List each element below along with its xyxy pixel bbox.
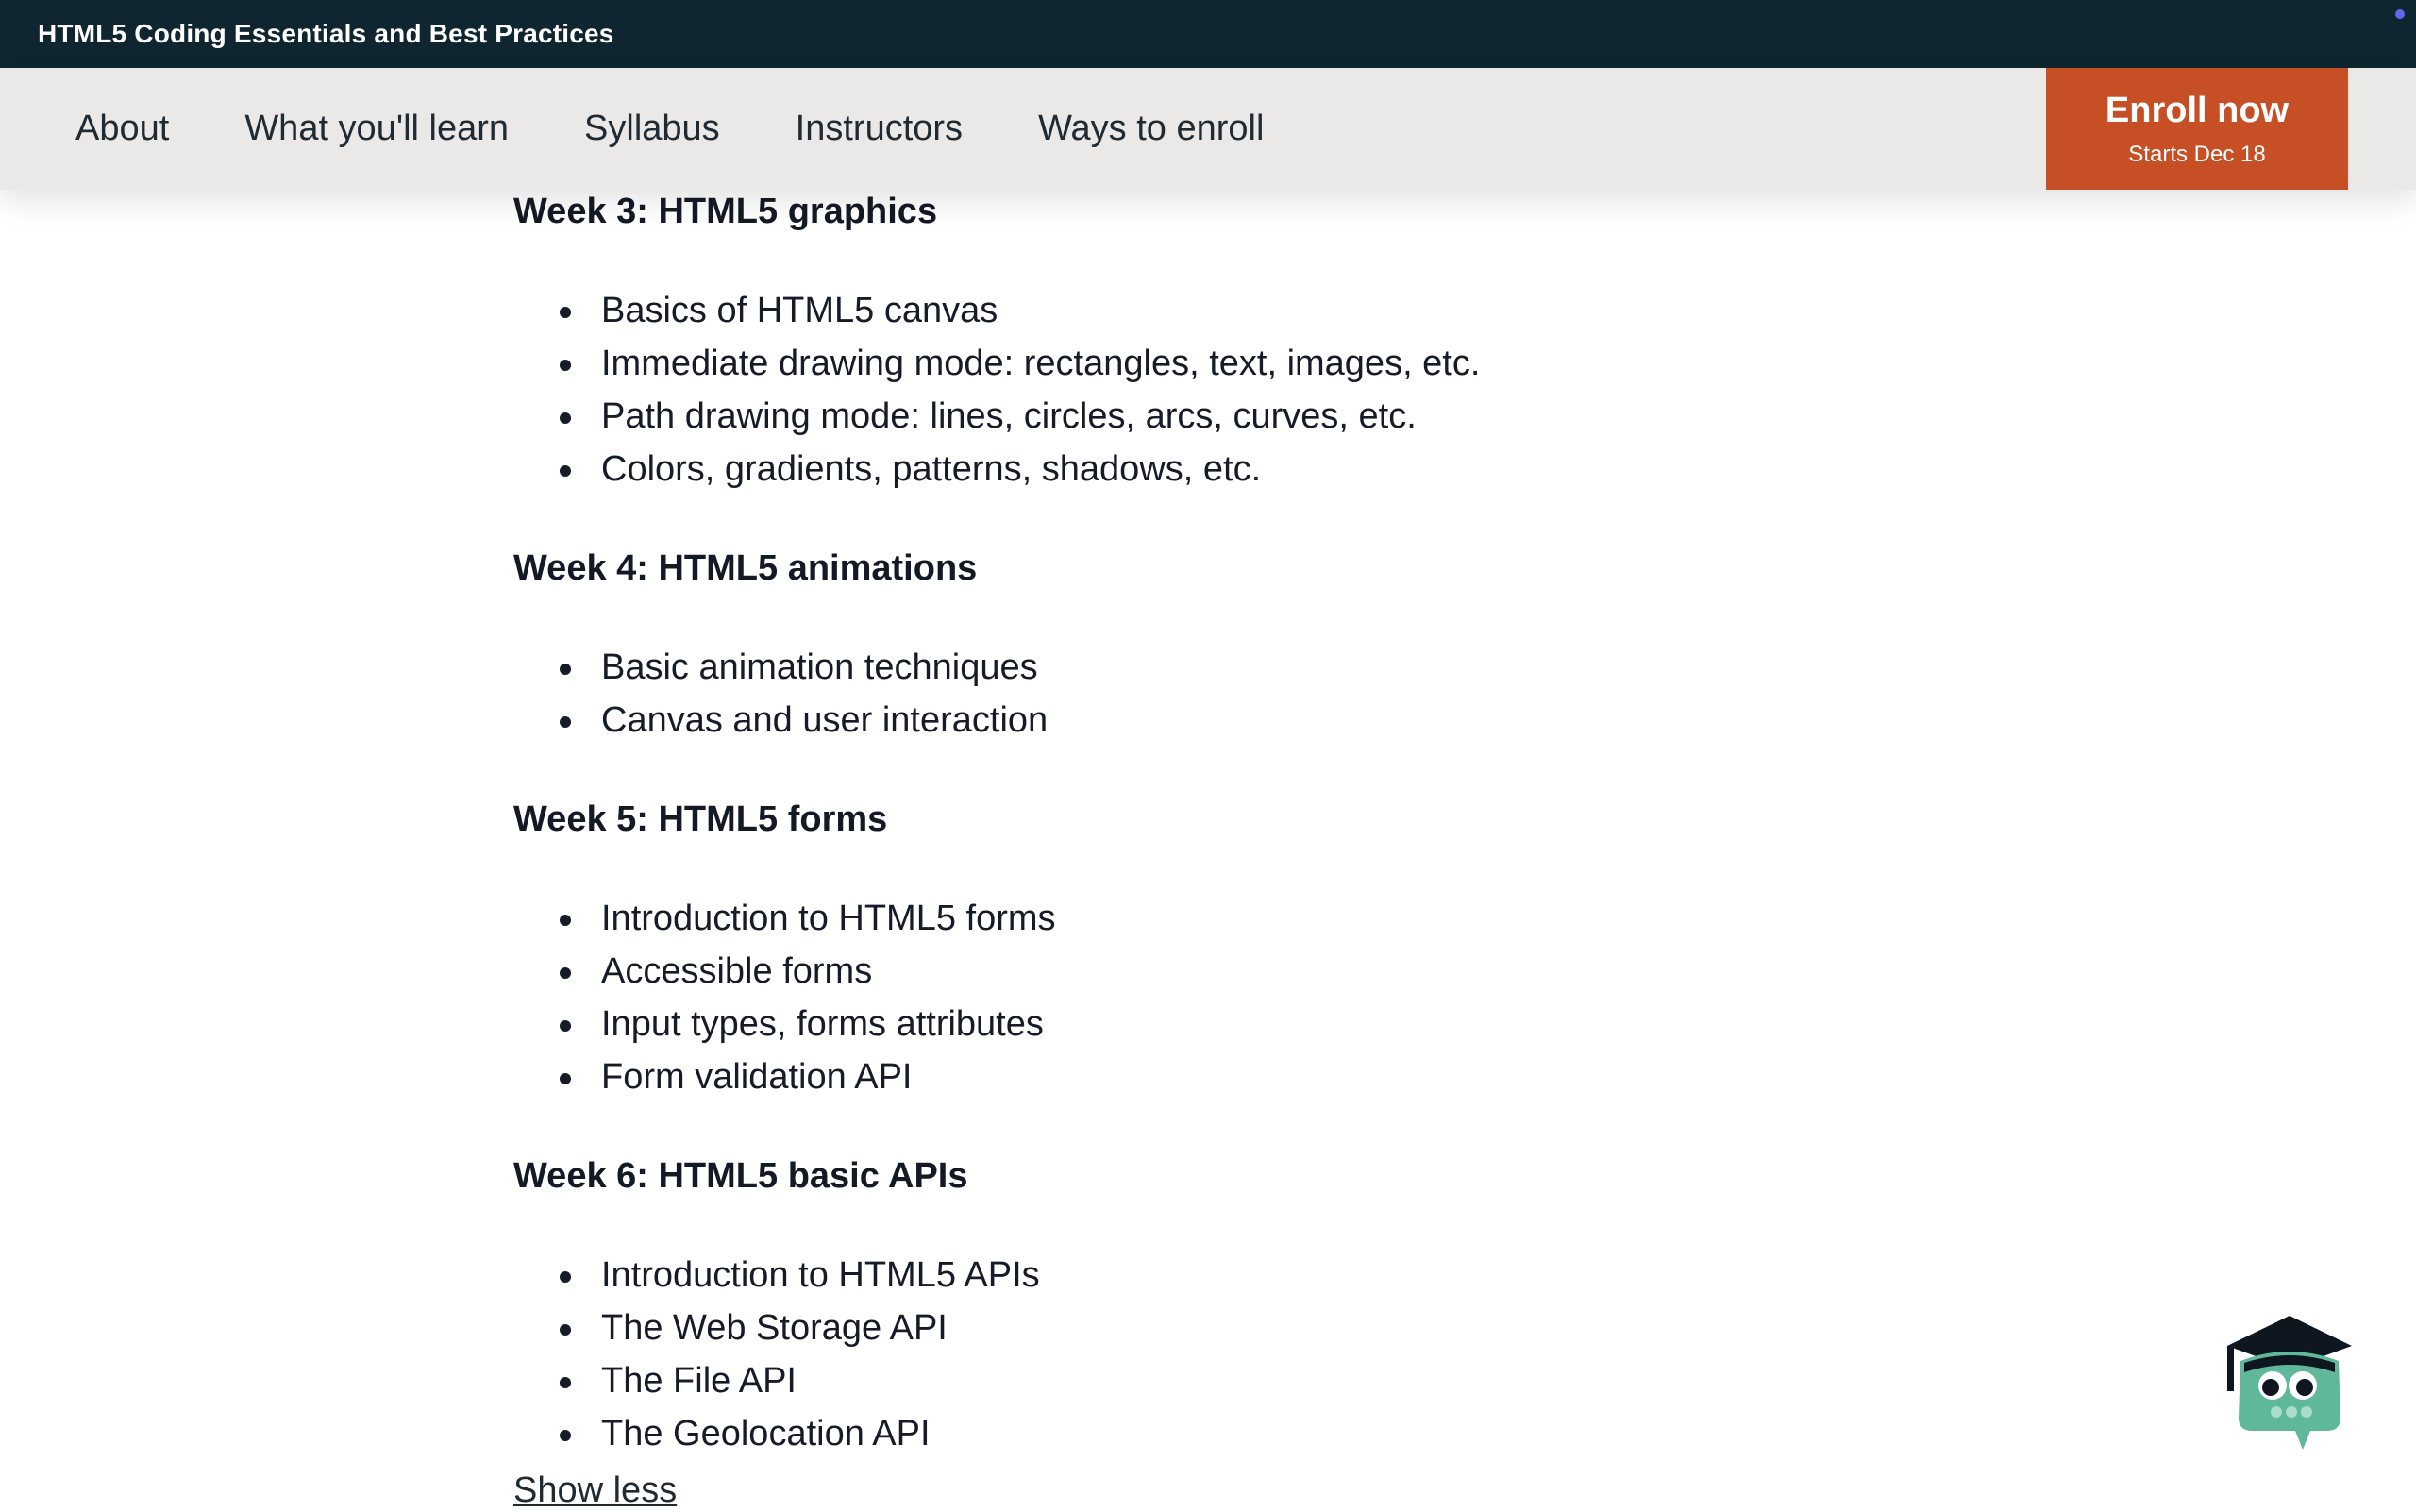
nav-links: About What you'll learn Syllabus Instruc… [76,68,1339,190]
course-title: HTML5 Coding Essentials and Best Practic… [38,19,614,48]
week-heading: Week 6: HTML5 basic APIs [513,1156,968,1196]
list-item: Path drawing mode: lines, circles, arcs,… [513,390,1929,443]
week-topic-list: Basic animation techniques Canvas and us… [513,641,1929,747]
week-heading: Week 3: HTML5 graphics [513,192,938,231]
nav-link-syllabus[interactable]: Syllabus [584,109,720,149]
list-item: Introduction to HTML5 APIs [513,1249,1929,1302]
list-item: Form validation API [513,1050,1929,1103]
graduation-cap-mascot-icon[interactable] [2223,1314,2356,1455]
week-topic-list: Introduction to HTML5 forms Accessible f… [513,892,1929,1103]
week-section: Week 5: HTML5 forms Introduction to HTML… [513,798,1929,1103]
list-item: Immediate drawing mode: rectangles, text… [513,337,1929,390]
week-section: Week 6: HTML5 basic APIs Introduction to… [513,1154,1929,1460]
list-item: Canvas and user interaction [513,694,1929,747]
week-topic-list: Introduction to HTML5 APIs The Web Stora… [513,1249,1929,1460]
week-heading: Week 5: HTML5 forms [513,799,888,839]
top-bar: HTML5 Coding Essentials and Best Practic… [0,0,2416,68]
list-item: Basic animation techniques [513,641,1929,694]
nav-link-what-youll-learn[interactable]: What you'll learn [244,109,509,149]
list-item: The Web Storage API [513,1302,1929,1354]
nav-link-instructors[interactable]: Instructors [796,109,963,149]
week-topic-list: Basics of HTML5 canvas Immediate drawing… [513,284,1929,496]
list-item: Introduction to HTML5 forms [513,892,1929,945]
enroll-start-date: Starts Dec 18 [2128,142,2266,167]
list-item: Colors, gradients, patterns, shadows, et… [513,443,1929,496]
enroll-now-label: Enroll now [2105,91,2290,130]
week-section: Week 3: HTML5 graphics Basics of HTML5 c… [513,190,1929,496]
enroll-now-button[interactable]: Enroll now Starts Dec 18 [2046,68,2348,190]
nav-link-ways-to-enroll[interactable]: Ways to enroll [1038,109,1264,149]
list-item: Accessible forms [513,945,1929,998]
course-nav: About What you'll learn Syllabus Instruc… [0,68,2416,190]
week-section: Week 4: HTML5 animations Basic animation… [513,546,1929,747]
list-item: Input types, forms attributes [513,998,1929,1050]
show-less-link[interactable]: Show less [513,1469,677,1512]
week-heading: Week 4: HTML5 animations [513,548,978,588]
nav-link-about[interactable]: About [76,109,169,149]
list-item: The File API [513,1354,1929,1407]
list-item: The Geolocation API [513,1407,1929,1460]
syllabus-content: Week 3: HTML5 graphics Basics of HTML5 c… [513,190,1929,1460]
notification-dot-icon [2395,9,2405,19]
list-item: Basics of HTML5 canvas [513,284,1929,337]
